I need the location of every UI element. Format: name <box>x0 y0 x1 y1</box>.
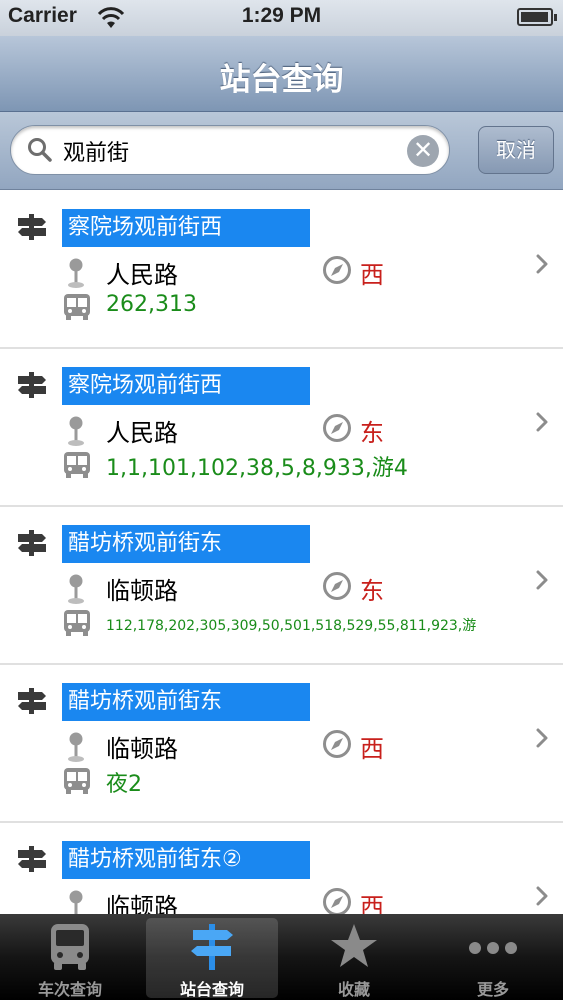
bus-routes: 112,178,202,305,309,50,501,518,529,55,81… <box>106 618 477 634</box>
tab-label: 收藏 <box>337 980 370 999</box>
chevron-right-icon <box>536 886 548 906</box>
location-pin-icon <box>68 416 84 446</box>
bus-icon <box>64 610 90 636</box>
navigation-bar: 站台查询 <box>0 36 563 112</box>
road-name: 人民路 <box>106 261 178 289</box>
stop-result-row[interactable]: 醋坊桥观前街东② 临顿路 西 <box>0 823 563 914</box>
signpost-icon <box>18 372 46 398</box>
bus-icon <box>51 924 89 970</box>
chevron-right-icon <box>536 728 548 748</box>
compass-icon <box>323 256 351 284</box>
signpost-icon <box>18 846 46 872</box>
road-name: 临顿路 <box>106 893 178 914</box>
stop-name: 察院场观前街西 <box>62 367 310 405</box>
status-time: 1:29 PM <box>241 4 322 27</box>
bus-routes: 夜2 <box>106 772 142 797</box>
battery-icon <box>517 8 557 26</box>
screen: Carrier 1:29 PM 站台查询 ✕ 取消 察院场观前街西人民路西262… <box>0 0 563 1000</box>
location-pin-icon <box>68 258 84 288</box>
signpost-icon <box>18 688 46 714</box>
location-pin-icon <box>68 574 84 604</box>
stop-name: 醋坊桥观前街东 <box>62 525 310 563</box>
compass-icon <box>323 414 351 442</box>
compass-icon <box>323 730 351 758</box>
tab-label: 更多 <box>476 980 509 999</box>
search-bar: ✕ 取消 <box>0 112 563 190</box>
bus-icon <box>64 452 90 478</box>
stop-result-row[interactable]: 察院场观前街西人民路 西 262,313 <box>0 191 563 349</box>
tab-bar: 车次查询 站台查询 收藏 更多 <box>0 914 563 1000</box>
stop-name: 醋坊桥观前街东② <box>62 841 310 879</box>
direction-label: 东 <box>360 577 384 605</box>
road-name: 人民路 <box>106 419 178 447</box>
signpost-icon <box>191 924 233 970</box>
tab-stop-query[interactable]: 站台查询 <box>142 914 282 1000</box>
road-name: 临顿路 <box>106 577 178 605</box>
chevron-right-icon <box>536 254 548 274</box>
location-pin-icon <box>68 732 84 762</box>
chevron-right-icon <box>536 570 548 590</box>
bus-routes: 1,1,101,102,38,5,8,933,游4 <box>106 456 408 481</box>
location-pin-icon <box>69 890 83 914</box>
status-bar: Carrier 1:29 PM <box>0 0 563 36</box>
tab-more[interactable]: 更多 <box>423 914 563 1000</box>
chevron-right-icon <box>536 412 548 432</box>
more-icon <box>469 942 517 954</box>
bus-routes: 262,313 <box>106 292 197 317</box>
stop-result-row[interactable]: 醋坊桥观前街东临顿路 东 112,178,202,305,309,50,501,51… <box>0 507 563 665</box>
tab-favorites[interactable]: 收藏 <box>284 914 424 1000</box>
signpost-icon <box>18 214 46 240</box>
direction-label: 东 <box>360 419 384 447</box>
results-list: 察院场观前街西 人民路西 262,313 察院场观前街西 人民路东 1,1,101,102… <box>0 191 563 914</box>
stop-result-row[interactable]: 醋坊桥观前街东临顿路 西夜2 <box>0 665 563 823</box>
battery-fill <box>521 12 548 22</box>
direction-label: 西 <box>360 735 384 763</box>
stop-name: 察院场观前街西 <box>62 209 310 247</box>
road-name: 临顿路 <box>106 735 178 763</box>
bus-icon <box>64 294 90 320</box>
cancel-button[interactable]: 取消 <box>478 126 554 174</box>
stop-name: 醋坊桥观前街东 <box>62 683 310 721</box>
bus-icon <box>64 768 90 794</box>
direction-label: 西 <box>360 261 384 289</box>
compass-icon <box>323 572 351 600</box>
direction-label: 西 <box>360 893 384 914</box>
star-icon <box>331 924 377 967</box>
search-input[interactable] <box>63 135 393 167</box>
page-title: 站台查询 <box>219 62 344 98</box>
signpost-icon <box>18 530 46 556</box>
tab-label: 车次查询 <box>37 980 102 999</box>
clear-search-button[interactable]: ✕ <box>407 135 439 167</box>
search-icon <box>28 138 52 162</box>
tab-label: 站台查询 <box>179 980 244 999</box>
stop-result-row[interactable]: 察院场观前街西人民路 东 1,1,101,102,38,5,8,933,游4 <box>0 349 563 507</box>
tab-bus-query[interactable]: 车次查询 <box>0 914 140 1000</box>
search-field[interactable]: ✕ <box>10 125 450 175</box>
compass-icon <box>323 888 351 914</box>
